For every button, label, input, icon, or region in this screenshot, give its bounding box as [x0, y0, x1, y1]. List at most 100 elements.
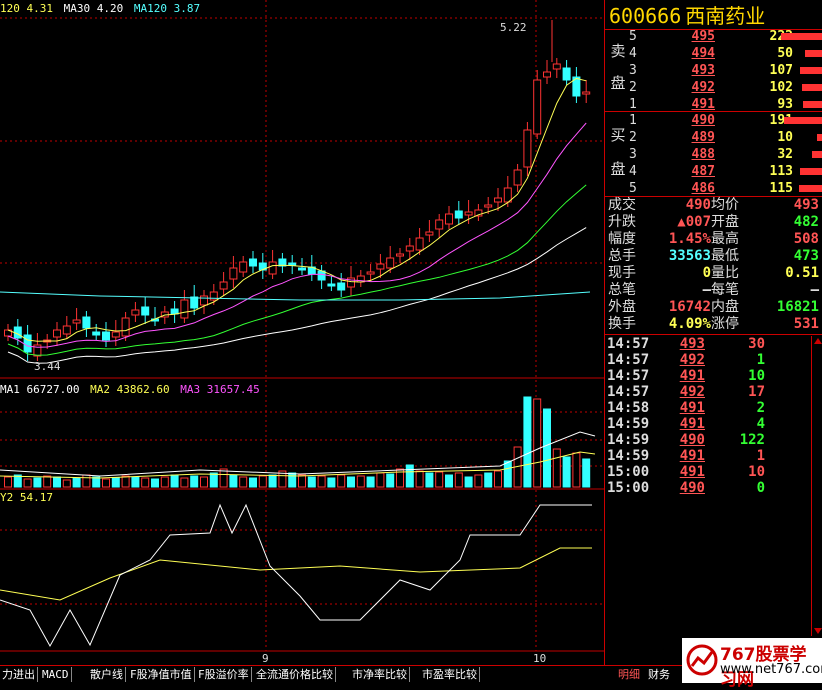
tick-scrollbar[interactable]: [811, 336, 822, 636]
indicator-tab[interactable]: 力进出: [0, 667, 38, 682]
volume-bar: [200, 476, 208, 488]
tick-price: 492: [679, 352, 705, 368]
volume-bar: [337, 474, 346, 488]
tick-row[interactable]: 14:57 492 1: [605, 352, 822, 368]
tick-row[interactable]: 15:00 490 0: [605, 480, 822, 496]
tick-row[interactable]: 14:57 493 30: [605, 336, 822, 352]
candle-body: [484, 204, 493, 208]
volume-bar: [405, 464, 414, 488]
candle-body: [298, 267, 306, 271]
indicator-tab[interactable]: F股净值市值: [128, 667, 195, 682]
stock-title: 600666 西南药业: [609, 3, 765, 29]
indicator-tab[interactable]: MACD: [40, 667, 72, 682]
order-price[interactable]: 493: [655, 62, 715, 79]
tab-detail[interactable]: 明细: [618, 667, 640, 682]
ma-line-magenta: [7, 122, 587, 348]
candle-body: [445, 213, 453, 225]
indicator-tab[interactable]: 市净率比较: [350, 667, 410, 682]
candle-body: [405, 245, 414, 252]
volume-bar: [111, 477, 120, 488]
volume-bar: [494, 470, 502, 488]
buy-level-row: 2 489 10: [629, 129, 822, 146]
legend-vol-ma2: MA2 43862.60: [90, 383, 170, 396]
candle-body: [562, 67, 571, 81]
high-price-label: 5.22: [500, 21, 527, 34]
kline-chart-area[interactable]: 120 4.31 MA30 4.20 MA120 3.87 5.22 3.44 …: [0, 0, 604, 665]
candle-body: [317, 270, 326, 281]
sell-level-row: 2 492 102: [629, 79, 822, 96]
volume-bar: [307, 476, 316, 488]
volume-bar: [72, 477, 81, 488]
candle-body: [219, 281, 228, 290]
order-price[interactable]: 486: [655, 180, 715, 197]
candle-body: [72, 319, 81, 324]
volume-bar: [817, 134, 822, 141]
order-volume: 191: [769, 113, 793, 128]
ma-line-yellow: [7, 77, 587, 342]
volume-bar: [562, 456, 571, 488]
order-price[interactable]: 492: [655, 79, 715, 96]
indicator-tab[interactable]: 市盈率比较: [420, 667, 480, 682]
volume-bar: [268, 474, 277, 488]
chart-canvas[interactable]: [0, 0, 604, 665]
buy-level-row: 4 487 113: [629, 163, 822, 180]
stat-row: 换手 4.09% 涨停 531: [605, 316, 822, 333]
volume-bar: [533, 398, 542, 488]
indicator-tab[interactable]: 全流通价格比较: [254, 667, 336, 682]
order-price[interactable]: 488: [655, 146, 715, 163]
order-volume: 113: [769, 164, 793, 179]
candle-body: [92, 331, 101, 336]
tick-price: 491: [679, 400, 705, 416]
tick-price: 491: [679, 448, 705, 464]
stat-row: 总手 33563 最低 473: [605, 248, 822, 265]
indicator-tab[interactable]: F股溢价率: [196, 667, 252, 682]
volume-bar: [503, 460, 512, 488]
stat-label: 换手: [608, 316, 636, 332]
volume-bar: [781, 33, 822, 40]
stat-label: 每笔: [711, 282, 739, 298]
legend-ma120: MA120 3.87: [133, 2, 201, 15]
volume-bar: [82, 474, 91, 488]
volume-bar: [376, 472, 385, 488]
volume-bar: [800, 168, 822, 175]
order-price[interactable]: 494: [655, 45, 715, 62]
order-price[interactable]: 495: [655, 28, 715, 45]
tick-row[interactable]: 14:59 490 122: [605, 432, 822, 448]
stat-value: —: [702, 282, 711, 298]
indicator-tab[interactable]: 散户线: [88, 667, 126, 682]
stock-code: 600666: [609, 4, 682, 28]
tick-volume: 1: [756, 352, 765, 368]
volume-bar: [484, 472, 493, 488]
volume-bar: [23, 478, 32, 488]
tick-row[interactable]: 14:57 491 10: [605, 368, 822, 384]
candle-body: [454, 210, 463, 219]
candle-body: [494, 197, 502, 203]
tick-row[interactable]: 14:57 492 17: [605, 384, 822, 400]
stat-value: 0.51: [785, 265, 819, 281]
volume-bar: [209, 472, 218, 488]
tick-volume: 17: [748, 384, 765, 400]
tick-row[interactable]: 15:00 491 10: [605, 464, 822, 480]
tick-row[interactable]: 14:59 491 1: [605, 448, 822, 464]
order-price[interactable]: 489: [655, 129, 715, 146]
tab-finance[interactable]: 财务: [648, 667, 670, 682]
level-number: 1: [629, 113, 637, 128]
tick-time: 15:00: [607, 480, 650, 496]
order-price[interactable]: 487: [655, 163, 715, 180]
stat-value: 473: [793, 248, 819, 264]
order-price[interactable]: 490: [655, 112, 715, 129]
stat-value: 482: [793, 214, 819, 230]
stat-value: 493: [793, 197, 819, 213]
tick-time: 14:57: [607, 368, 650, 384]
candle-body: [131, 309, 140, 316]
stat-row: 成交 490 均价 493: [605, 197, 822, 214]
stat-row: 外盘 16742 内盘 16821: [605, 299, 822, 316]
volume-bar: [552, 448, 561, 488]
candle-body: [582, 91, 591, 95]
tick-time: 14:57: [607, 336, 650, 352]
tick-row[interactable]: 14:58 491 2: [605, 400, 822, 416]
order-volume: 115: [769, 181, 793, 196]
candle-body: [523, 129, 532, 168]
stat-label: 量比: [711, 265, 739, 281]
tick-row[interactable]: 14:59 491 4: [605, 416, 822, 432]
